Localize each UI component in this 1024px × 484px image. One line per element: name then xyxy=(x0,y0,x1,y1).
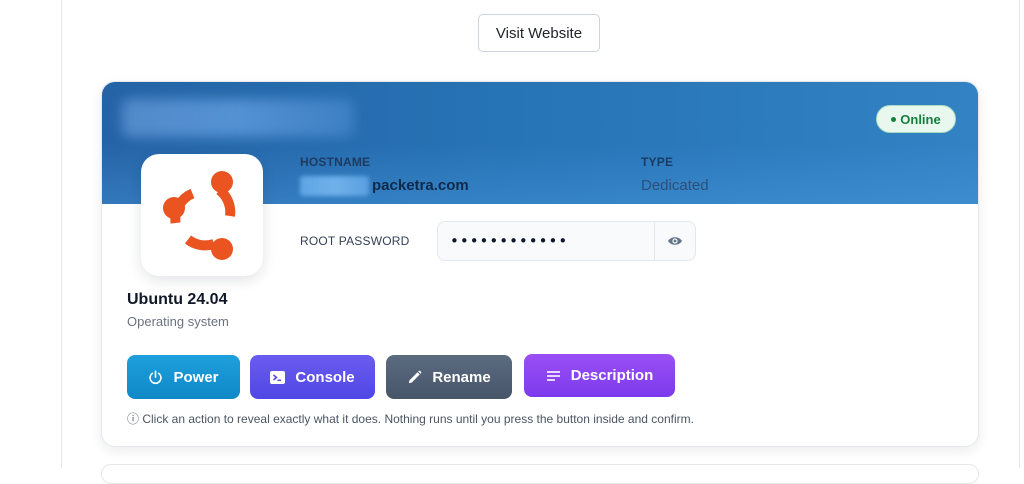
hostname-value: packetra.com xyxy=(372,177,469,194)
page-left-divider xyxy=(61,0,62,468)
type-label: TYPE xyxy=(641,155,674,169)
root-password-input[interactable] xyxy=(438,222,654,260)
visit-website-button[interactable]: Visit Website xyxy=(478,14,600,52)
type-value: Dedicated xyxy=(641,177,709,194)
server-card: Online HOSTNAME TYPE packetra.com Dedica… xyxy=(101,81,979,447)
status-text: Online xyxy=(900,111,941,127)
rename-button-label: Rename xyxy=(432,368,491,386)
show-password-button[interactable] xyxy=(654,222,695,260)
power-button[interactable]: Power xyxy=(127,355,240,399)
status-badge: Online xyxy=(876,105,956,133)
os-logo xyxy=(141,154,263,276)
os-name: Ubuntu 24.04 xyxy=(127,291,228,308)
next-card-edge xyxy=(101,464,979,484)
os-caption: Operating system xyxy=(127,314,229,329)
server-name-redacted xyxy=(122,99,354,137)
hostname-redacted xyxy=(300,176,369,196)
console-button[interactable]: Console xyxy=(250,355,375,399)
rename-button[interactable]: Rename xyxy=(386,355,512,399)
pencil-icon xyxy=(409,370,422,383)
status-dot-icon xyxy=(891,116,897,122)
action-hint: ⓘ Click an action to reveal exactly what… xyxy=(127,412,694,426)
lines-icon xyxy=(546,370,560,381)
root-password-label: ROOT PASSWORD xyxy=(300,234,410,248)
description-button[interactable]: Description xyxy=(524,354,675,397)
description-button-label: Description xyxy=(570,367,654,384)
ubuntu-logo-icon xyxy=(163,171,236,260)
console-button-label: Console xyxy=(295,368,355,386)
eye-icon xyxy=(668,237,682,245)
page-right-divider xyxy=(1019,0,1020,468)
power-icon xyxy=(149,369,163,384)
power-button-label: Power xyxy=(173,368,219,386)
hostname-label: HOSTNAME xyxy=(300,155,371,169)
root-password-field xyxy=(437,221,696,261)
terminal-icon xyxy=(270,370,286,384)
